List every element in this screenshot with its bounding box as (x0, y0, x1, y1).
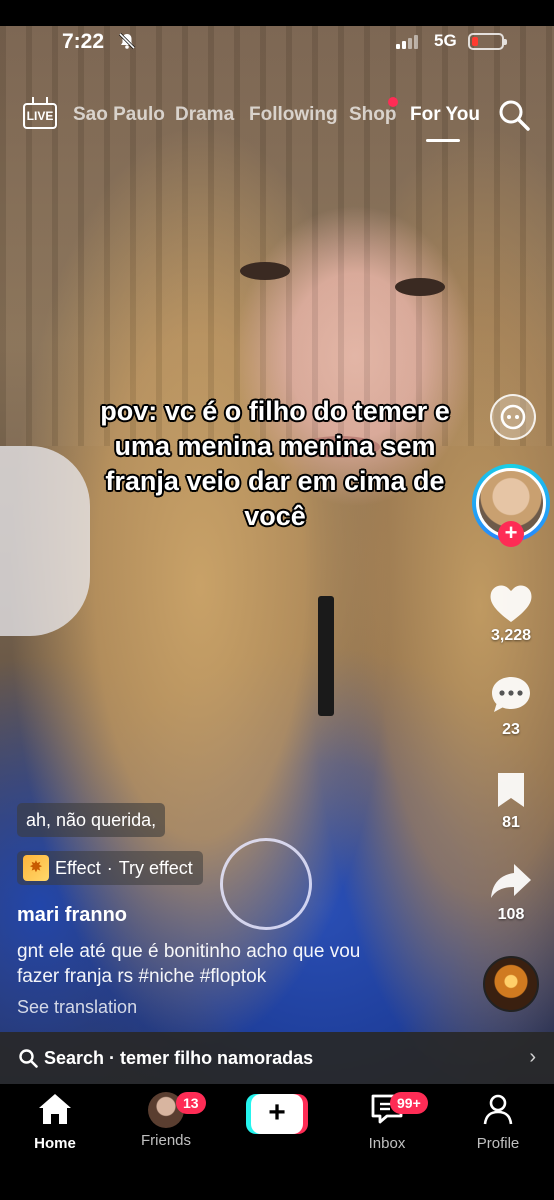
plus-icon: + (251, 1094, 303, 1134)
tab-drama[interactable]: Drama (175, 104, 234, 126)
signal-icon (396, 35, 418, 49)
video-eye (240, 262, 290, 280)
nav-home[interactable]: Home (10, 1092, 100, 1152)
caption-line: franja veio dar em cima de (105, 466, 445, 496)
battery-icon (468, 33, 507, 50)
nav-friends-label: Friends (140, 1132, 192, 1149)
bottom-navigation: Home Friends 13 + Inbox 99+ Profile (0, 1084, 554, 1200)
search-prefix: Search (44, 1047, 105, 1068)
search-button[interactable] (496, 97, 532, 133)
like-button[interactable] (486, 582, 536, 629)
caption-line: uma menina menina sem (114, 431, 436, 461)
video-description[interactable]: gnt ele até que é bonitinho acho que vou… (17, 939, 407, 989)
effect-separator: · (106, 858, 113, 878)
comment-button[interactable] (486, 674, 536, 721)
bookmark-icon (498, 773, 524, 807)
status-bar: 7:22 5G (0, 26, 554, 60)
status-time: 7:22 (62, 30, 105, 53)
network-type: 5G (434, 31, 457, 50)
effect-icon: ✸ (23, 855, 49, 881)
comment-icon (492, 677, 530, 712)
share-button[interactable] (486, 861, 536, 906)
bell-muted-icon (118, 32, 136, 55)
ai-assistant-button[interactable] (490, 394, 536, 440)
search-query: temer filho namoradas (120, 1047, 314, 1068)
live-button[interactable]: LIVE (22, 97, 58, 131)
video-eye (395, 278, 445, 296)
video-zipper (318, 596, 334, 716)
tab-for-you[interactable]: For You (410, 104, 480, 126)
related-search-bar[interactable]: Search · temer filho namoradas › (0, 1032, 554, 1084)
nav-friends[interactable]: Friends 13 (121, 1092, 211, 1149)
caption-line: você (244, 501, 306, 531)
jacket-logo (220, 838, 312, 930)
effect-label: Effect (55, 858, 101, 878)
bookmark-button[interactable] (486, 770, 536, 815)
comment-count: 23 (502, 721, 520, 738)
home-icon (39, 1094, 71, 1124)
effect-chip[interactable]: ✸ Effect · Try effect (17, 851, 203, 885)
follow-button[interactable]: + (498, 521, 524, 547)
nav-profile-label: Profile (476, 1135, 520, 1152)
create-button[interactable]: + (246, 1094, 308, 1134)
nav-profile[interactable]: Profile (453, 1092, 543, 1152)
profile-icon (483, 1094, 513, 1125)
share-count: 108 (497, 906, 525, 923)
tab-shop[interactable]: Shop (349, 104, 397, 126)
top-strip (0, 0, 554, 26)
like-count: 3,228 (490, 627, 532, 644)
chevron-right-icon: › (529, 1046, 536, 1068)
live-label: LIVE (23, 103, 57, 129)
save-count: 81 (502, 814, 520, 831)
nav-inbox[interactable]: Inbox 99+ (342, 1092, 432, 1152)
heart-icon (490, 585, 532, 622)
video-player[interactable] (0, 26, 554, 1086)
try-effect-label: Try effect (118, 858, 193, 878)
search-icon (499, 100, 530, 131)
friends-badge: 13 (176, 1092, 206, 1114)
music-disc-icon[interactable] (483, 956, 539, 1012)
see-translation-link[interactable]: See translation (17, 997, 137, 1018)
nav-inbox-label: Inbox (368, 1135, 406, 1152)
caption-line: pov: vc é o filho do temer e (100, 396, 450, 426)
inbox-badge: 99+ (390, 1092, 428, 1114)
tab-following[interactable]: Following (249, 104, 338, 126)
share-arrow-icon (491, 864, 531, 898)
tab-sao-paulo[interactable]: Sao Paulo (73, 104, 165, 126)
background-wall (0, 26, 554, 446)
search-icon (19, 1049, 38, 1068)
search-separator: · (109, 1047, 116, 1068)
creator-username[interactable]: mari franno (17, 904, 127, 927)
notification-dot (388, 97, 398, 107)
sound-chip[interactable]: ah, não querida, (17, 803, 166, 837)
active-tab-indicator (426, 139, 460, 142)
chat-bot-icon (500, 404, 526, 430)
video-caption-overlay: pov: vc é o filho do temer e uma menina … (55, 394, 495, 534)
nav-home-label: Home (34, 1135, 76, 1152)
